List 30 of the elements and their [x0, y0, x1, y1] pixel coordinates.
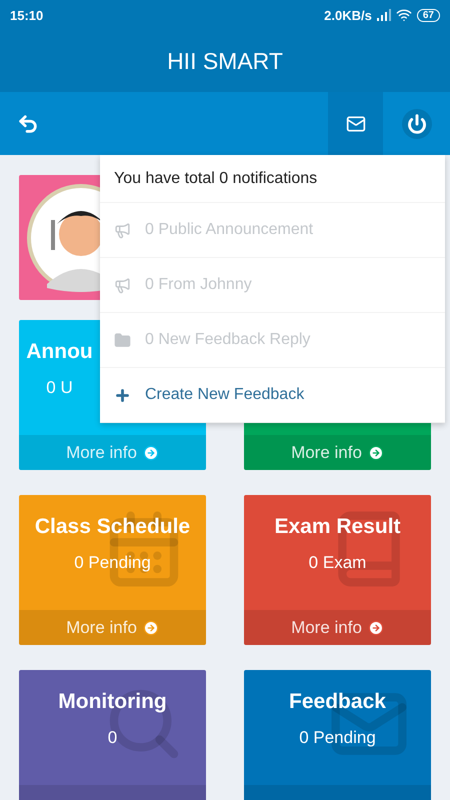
card-title: Exam Result [274, 515, 401, 539]
wifi-icon [396, 7, 412, 23]
more-info-link[interactable]: More info [244, 610, 431, 645]
folder-icon [114, 332, 131, 348]
card-count: 0 Pending [299, 728, 376, 748]
card-count: 0 Exam [308, 553, 366, 573]
megaphone-icon [114, 276, 131, 294]
network-speed: 2.0KB/s [324, 8, 372, 22]
card-count: 0 U [46, 378, 73, 398]
card-title: Monitoring [58, 690, 167, 714]
envelope-icon [346, 114, 366, 134]
more-info-link[interactable]: More info [244, 435, 431, 470]
card-count: 0 Pending [74, 553, 151, 573]
notification-item[interactable]: Create New Feedback [100, 368, 445, 423]
plus-icon [114, 386, 131, 404]
back-arrow-icon [17, 112, 39, 134]
notification-header: You have total 0 notifications [100, 155, 445, 203]
power-icon [406, 114, 426, 134]
more-info-link[interactable]: More info [19, 610, 206, 645]
mail-button[interactable] [328, 92, 383, 155]
battery-level: 67 [416, 8, 440, 22]
more-info-link[interactable]: More info [19, 435, 206, 470]
app-title: HII SMART [167, 48, 283, 74]
card-title: Annou [26, 340, 93, 364]
card-title: Feedback [289, 690, 386, 714]
status-time: 15:10 [10, 8, 44, 22]
card-title: Class Schedule [34, 515, 190, 539]
card-count: 0 [108, 728, 118, 748]
signal-icon [376, 9, 391, 21]
megaphone-icon [114, 222, 131, 238]
